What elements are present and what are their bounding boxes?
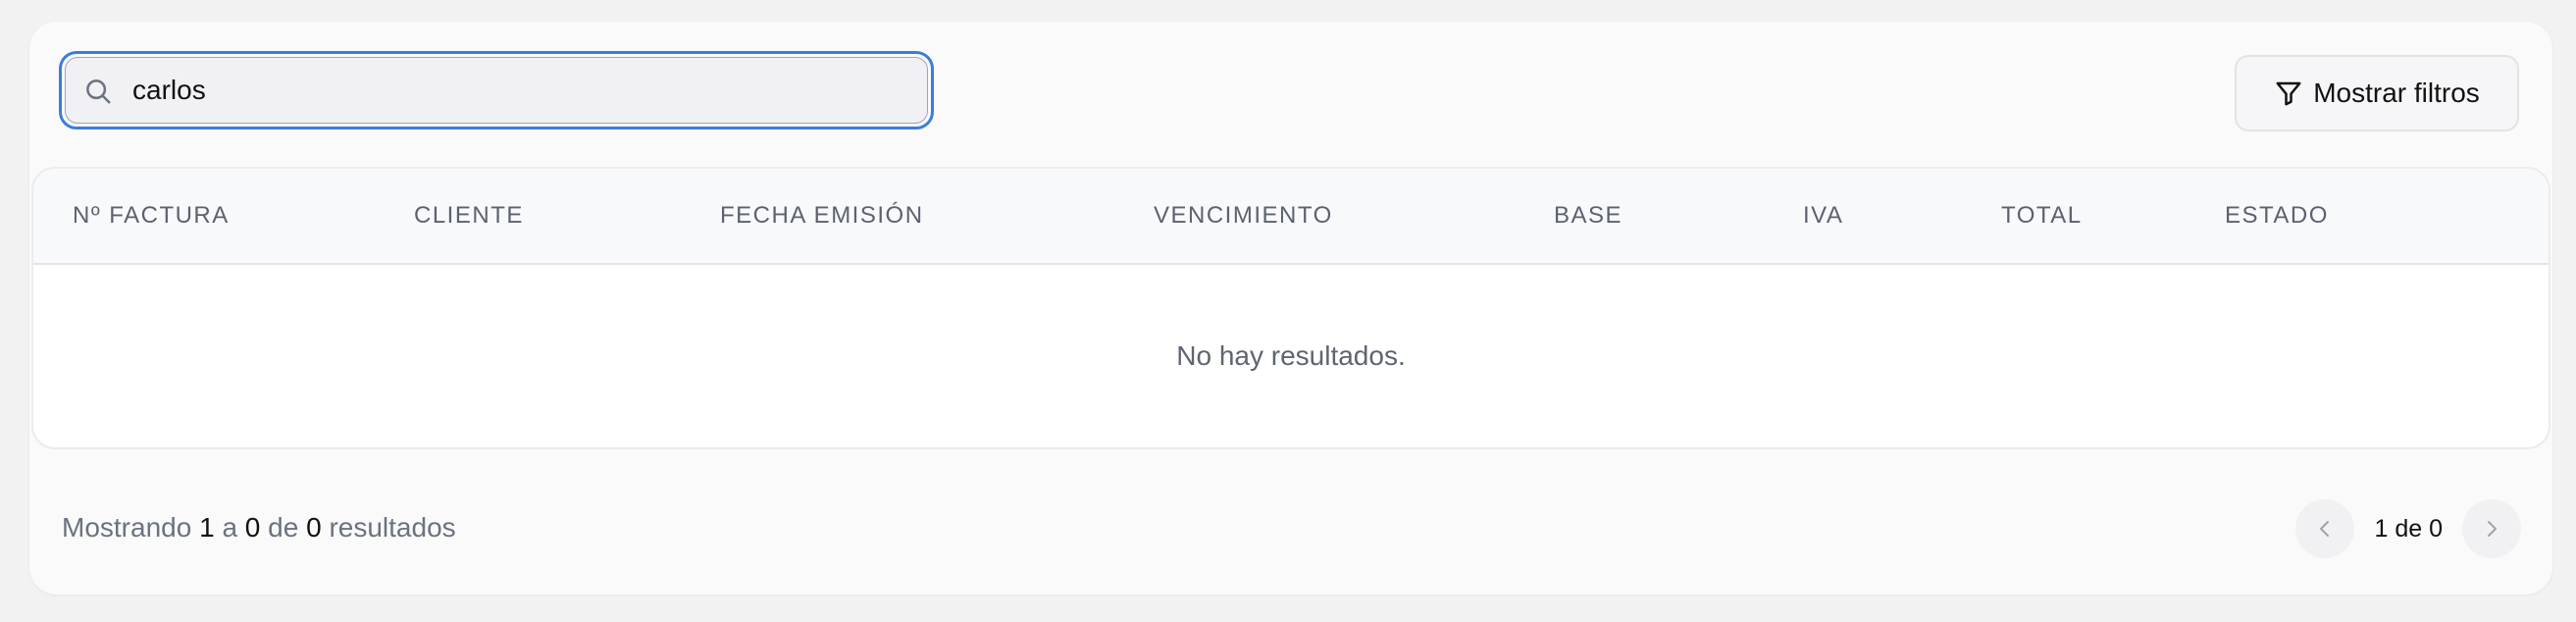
search-field[interactable]: [59, 51, 934, 130]
column-total[interactable]: TOTAL: [2001, 169, 2083, 263]
next-page-button[interactable]: [2462, 499, 2521, 558]
summary-to: 0: [244, 512, 261, 543]
search-input[interactable]: [132, 58, 898, 123]
table-header: Nº FACTURA CLIENTE FECHA EMISIÓN VENCIMI…: [33, 169, 2549, 265]
summary-sep-a: a: [222, 512, 238, 543]
show-filters-label: Mostrar filtros: [2313, 78, 2480, 108]
search-box[interactable]: [65, 57, 928, 124]
summary-prefix: Mostrando: [62, 512, 192, 543]
filter-icon: [2276, 81, 2301, 106]
column-due-date[interactable]: VENCIMIENTO: [1154, 169, 1333, 263]
column-base[interactable]: BASE: [1554, 169, 1623, 263]
show-filters-button[interactable]: Mostrar filtros: [2235, 55, 2519, 131]
results-summary: Mostrando 1 a 0 de 0 resultados: [62, 512, 456, 544]
column-issue-date[interactable]: FECHA EMISIÓN: [720, 169, 924, 263]
pagination: 1 de 0: [2295, 498, 2521, 559]
summary-suffix: resultados: [329, 512, 456, 543]
invoices-table: Nº FACTURA CLIENTE FECHA EMISIÓN VENCIMI…: [31, 167, 2550, 449]
invoices-card: Mostrar filtros Nº FACTURA CLIENTE FECHA…: [29, 22, 2552, 595]
column-status[interactable]: ESTADO: [2225, 169, 2329, 263]
summary-total: 0: [306, 512, 322, 543]
chevron-right-icon: [2488, 521, 2497, 537]
search-icon: [86, 79, 111, 104]
empty-state-message: No hay resultados.: [1176, 340, 1406, 371]
page-indicator: 1 de 0: [2374, 514, 2443, 543]
column-vat[interactable]: IVA: [1803, 169, 1843, 263]
previous-page-button[interactable]: [2295, 499, 2355, 558]
summary-from: 1: [199, 512, 215, 543]
summary-sep-de: de: [268, 512, 299, 543]
chevron-left-icon: [2320, 521, 2330, 537]
column-invoice-number[interactable]: Nº FACTURA: [73, 169, 230, 263]
column-client[interactable]: CLIENTE: [414, 169, 524, 263]
